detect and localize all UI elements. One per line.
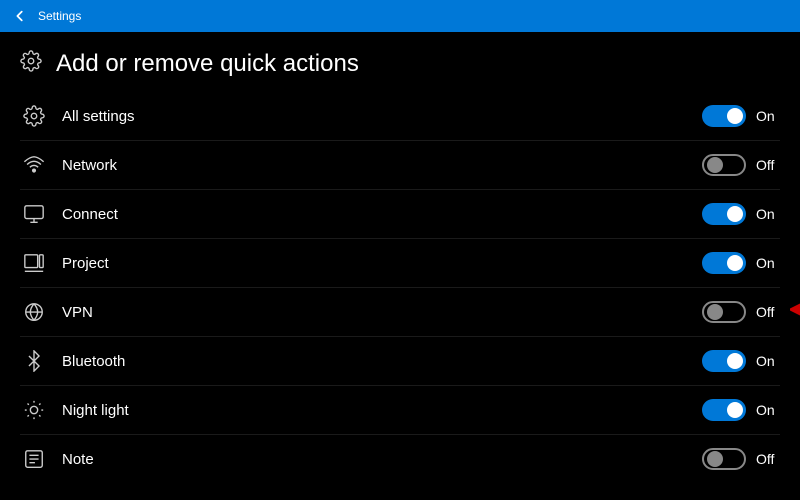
title-bar-title: Settings	[38, 9, 81, 23]
status-project: On	[756, 255, 780, 271]
item-left-project: Project	[20, 249, 109, 277]
settings-item-network: Network Off	[20, 141, 780, 190]
item-left-connect: Connect	[20, 200, 118, 228]
settings-item-bluetooth: Bluetooth On	[20, 337, 780, 386]
status-note: Off	[756, 451, 780, 467]
vpn-icon	[20, 298, 48, 326]
vpn-arrow-annotation	[790, 296, 800, 329]
toggle-project[interactable]	[702, 252, 746, 274]
status-network: Off	[756, 157, 780, 173]
item-left-night-light: Night light	[20, 396, 129, 424]
toggle-vpn[interactable]	[702, 301, 746, 323]
gear-icon	[20, 102, 48, 130]
nightlight-icon	[20, 396, 48, 424]
toggle-connect[interactable]	[702, 203, 746, 225]
page-title: Add or remove quick actions	[56, 50, 359, 78]
network-icon	[20, 151, 48, 179]
toggle-network[interactable]	[702, 154, 746, 176]
item-right-project: On	[702, 252, 780, 274]
status-all-settings: On	[756, 108, 780, 124]
settings-item-all-settings: All settings On	[20, 92, 780, 141]
back-button[interactable]	[10, 6, 30, 26]
toggle-bluetooth[interactable]	[702, 350, 746, 372]
settings-item-vpn: VPN Off	[20, 288, 780, 337]
item-label-network: Network	[62, 157, 117, 174]
item-left-note: Note	[20, 445, 94, 473]
project-icon	[20, 249, 48, 277]
title-bar: Settings	[0, 0, 800, 32]
item-right-connect: On	[702, 203, 780, 225]
page-header: Add or remove quick actions	[0, 32, 800, 92]
toggle-note[interactable]	[702, 448, 746, 470]
item-left-all-settings: All settings	[20, 102, 135, 130]
settings-item-connect: Connect On	[20, 190, 780, 239]
item-left-bluetooth: Bluetooth	[20, 347, 125, 375]
item-right-network: Off	[702, 154, 780, 176]
connect-icon	[20, 200, 48, 228]
settings-item-night-light: Night light On	[20, 386, 780, 435]
item-right-all-settings: On	[702, 105, 780, 127]
item-label-connect: Connect	[62, 206, 118, 223]
item-label-note: Note	[62, 451, 94, 468]
status-night-light: On	[756, 402, 780, 418]
item-left-network: Network	[20, 151, 117, 179]
item-label-all-settings: All settings	[62, 108, 135, 125]
settings-item-project: Project On	[20, 239, 780, 288]
item-right-vpn: Off	[702, 301, 780, 323]
status-connect: On	[756, 206, 780, 222]
settings-item-note: Note Off	[20, 435, 780, 483]
status-bluetooth: On	[756, 353, 780, 369]
item-label-night-light: Night light	[62, 402, 129, 419]
item-right-night-light: On	[702, 399, 780, 421]
item-right-note: Off	[702, 448, 780, 470]
bluetooth-icon	[20, 347, 48, 375]
settings-list: All settingsOnNetworkOffConnectOnProject…	[0, 92, 800, 483]
item-label-bluetooth: Bluetooth	[62, 353, 125, 370]
toggle-night-light[interactable]	[702, 399, 746, 421]
page-header-icon	[20, 50, 42, 78]
item-label-vpn: VPN	[62, 304, 93, 321]
toggle-all-settings[interactable]	[702, 105, 746, 127]
item-left-vpn: VPN	[20, 298, 93, 326]
item-right-bluetooth: On	[702, 350, 780, 372]
item-label-project: Project	[62, 255, 109, 272]
status-vpn: Off	[756, 304, 780, 320]
note-icon	[20, 445, 48, 473]
